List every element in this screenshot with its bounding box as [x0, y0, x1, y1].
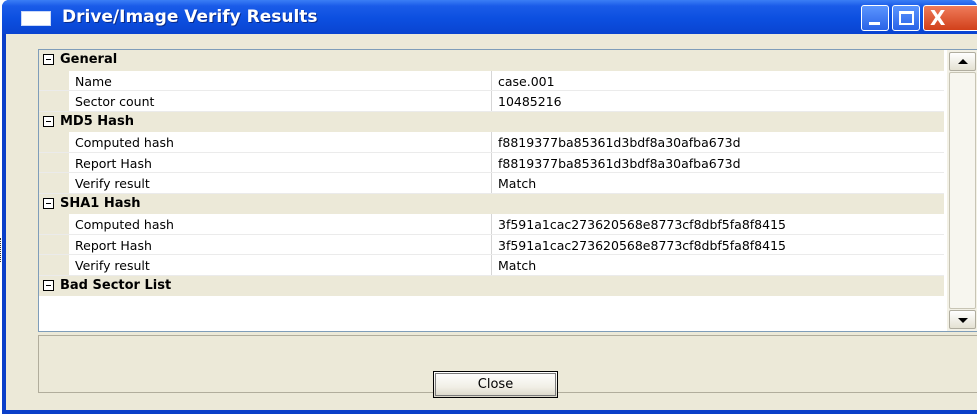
property-name: Report Hash	[75, 155, 152, 171]
row-gutter	[39, 234, 69, 254]
scroll-thumb[interactable]	[949, 72, 976, 309]
column-divider[interactable]	[491, 70, 492, 90]
property-name: Computed hash	[75, 135, 174, 150]
property-name: Sector count	[75, 94, 155, 109]
property-name: Computed hash	[75, 217, 174, 232]
property-value[interactable]: Match	[498, 176, 536, 191]
collapse-icon[interactable]	[43, 115, 54, 127]
collapse-icon[interactable]	[43, 279, 54, 291]
close-button[interactable]: Close	[433, 371, 558, 398]
category-row[interactable]: Bad Sector List	[39, 275, 944, 296]
column-divider[interactable]	[491, 255, 492, 275]
window-icon	[21, 11, 51, 26]
category-row[interactable]: SHA1 Hash	[39, 193, 944, 214]
window-title: Drive/Image Verify Results	[62, 7, 318, 27]
property-row[interactable]: Verify result Match	[39, 255, 944, 276]
property-rows: General Name case.001 Sector count 10485216 M…	[39, 50, 944, 296]
scroll-up-button[interactable]	[949, 52, 976, 71]
category-row[interactable]: MD5 Hash	[39, 111, 944, 132]
property-row[interactable]: Sector count 10485216	[39, 91, 944, 112]
row-gutter	[39, 152, 69, 172]
collapse-icon[interactable]	[43, 197, 54, 209]
category-label: MD5 Hash	[60, 113, 134, 129]
column-divider[interactable]	[491, 132, 492, 152]
category-label: General	[60, 52, 118, 67]
category-row[interactable]: General	[39, 50, 944, 71]
row-gutter	[39, 70, 69, 90]
row-gutter	[39, 214, 69, 234]
property-name: Name	[75, 73, 112, 89]
maximize-button[interactable]	[892, 5, 920, 31]
property-value[interactable]: 3f591a1cac273620568e8773cf8dbf5fa8f8415	[498, 238, 786, 253]
title-bar[interactable]: Drive/Image Verify Results X	[2, 0, 977, 34]
row-gutter	[39, 173, 69, 193]
column-divider[interactable]	[491, 234, 492, 254]
maximize-icon	[899, 11, 914, 25]
property-row[interactable]: Computed hash 3f591a1cac273620568e8773cf8…	[39, 214, 944, 235]
property-value[interactable]: Match	[498, 258, 536, 273]
property-value[interactable]: case.001	[498, 74, 555, 89]
scroll-down-button[interactable]	[949, 310, 976, 329]
row-gutter	[39, 255, 69, 275]
property-row[interactable]: Name case.001	[39, 70, 944, 91]
minimize-button[interactable]	[861, 5, 889, 31]
property-name: Verify result	[75, 258, 150, 273]
row-gutter	[39, 132, 69, 152]
property-row[interactable]: Report Hash f8819377ba85361d3bdf8a30afba6…	[39, 152, 944, 173]
verify-results-window: Drive/Image Verify Results X General Name…	[2, 0, 977, 414]
close-window-button[interactable]: X	[923, 5, 977, 31]
property-name: Verify result	[75, 176, 150, 191]
minimize-icon	[869, 22, 880, 25]
column-divider[interactable]	[491, 214, 492, 234]
property-row[interactable]: Computed hash f8819377ba85361d3bdf8a30afb…	[39, 132, 944, 153]
dialog-client-area: General Name case.001 Sector count 10485216 M…	[6, 34, 977, 410]
down-arrow-icon	[958, 318, 968, 323]
column-divider[interactable]	[491, 91, 492, 111]
property-name: Report Hash	[75, 237, 152, 253]
column-divider[interactable]	[491, 173, 492, 193]
close-icon: X	[930, 6, 946, 30]
category-label: SHA1 Hash	[60, 195, 141, 211]
property-row[interactable]: Verify result Match	[39, 173, 944, 194]
vertical-scrollbar[interactable]	[947, 50, 977, 331]
window-edge-marker	[0, 238, 3, 262]
collapse-icon[interactable]	[43, 54, 54, 65]
property-grid: General Name case.001 Sector count 10485216 M…	[38, 49, 977, 332]
property-row[interactable]: Report Hash 3f591a1cac273620568e8773cf8db…	[39, 234, 944, 255]
property-value[interactable]: f8819377ba85361d3bdf8a30afba673d	[498, 135, 741, 150]
property-value[interactable]: 3f591a1cac273620568e8773cf8dbf5fa8f8415	[498, 217, 786, 232]
row-gutter	[39, 91, 69, 111]
column-divider[interactable]	[491, 152, 492, 172]
up-arrow-icon	[958, 59, 968, 64]
property-value[interactable]: f8819377ba85361d3bdf8a30afba673d	[498, 156, 741, 171]
property-value[interactable]: 10485216	[498, 94, 562, 109]
category-label: Bad Sector List	[60, 277, 172, 293]
